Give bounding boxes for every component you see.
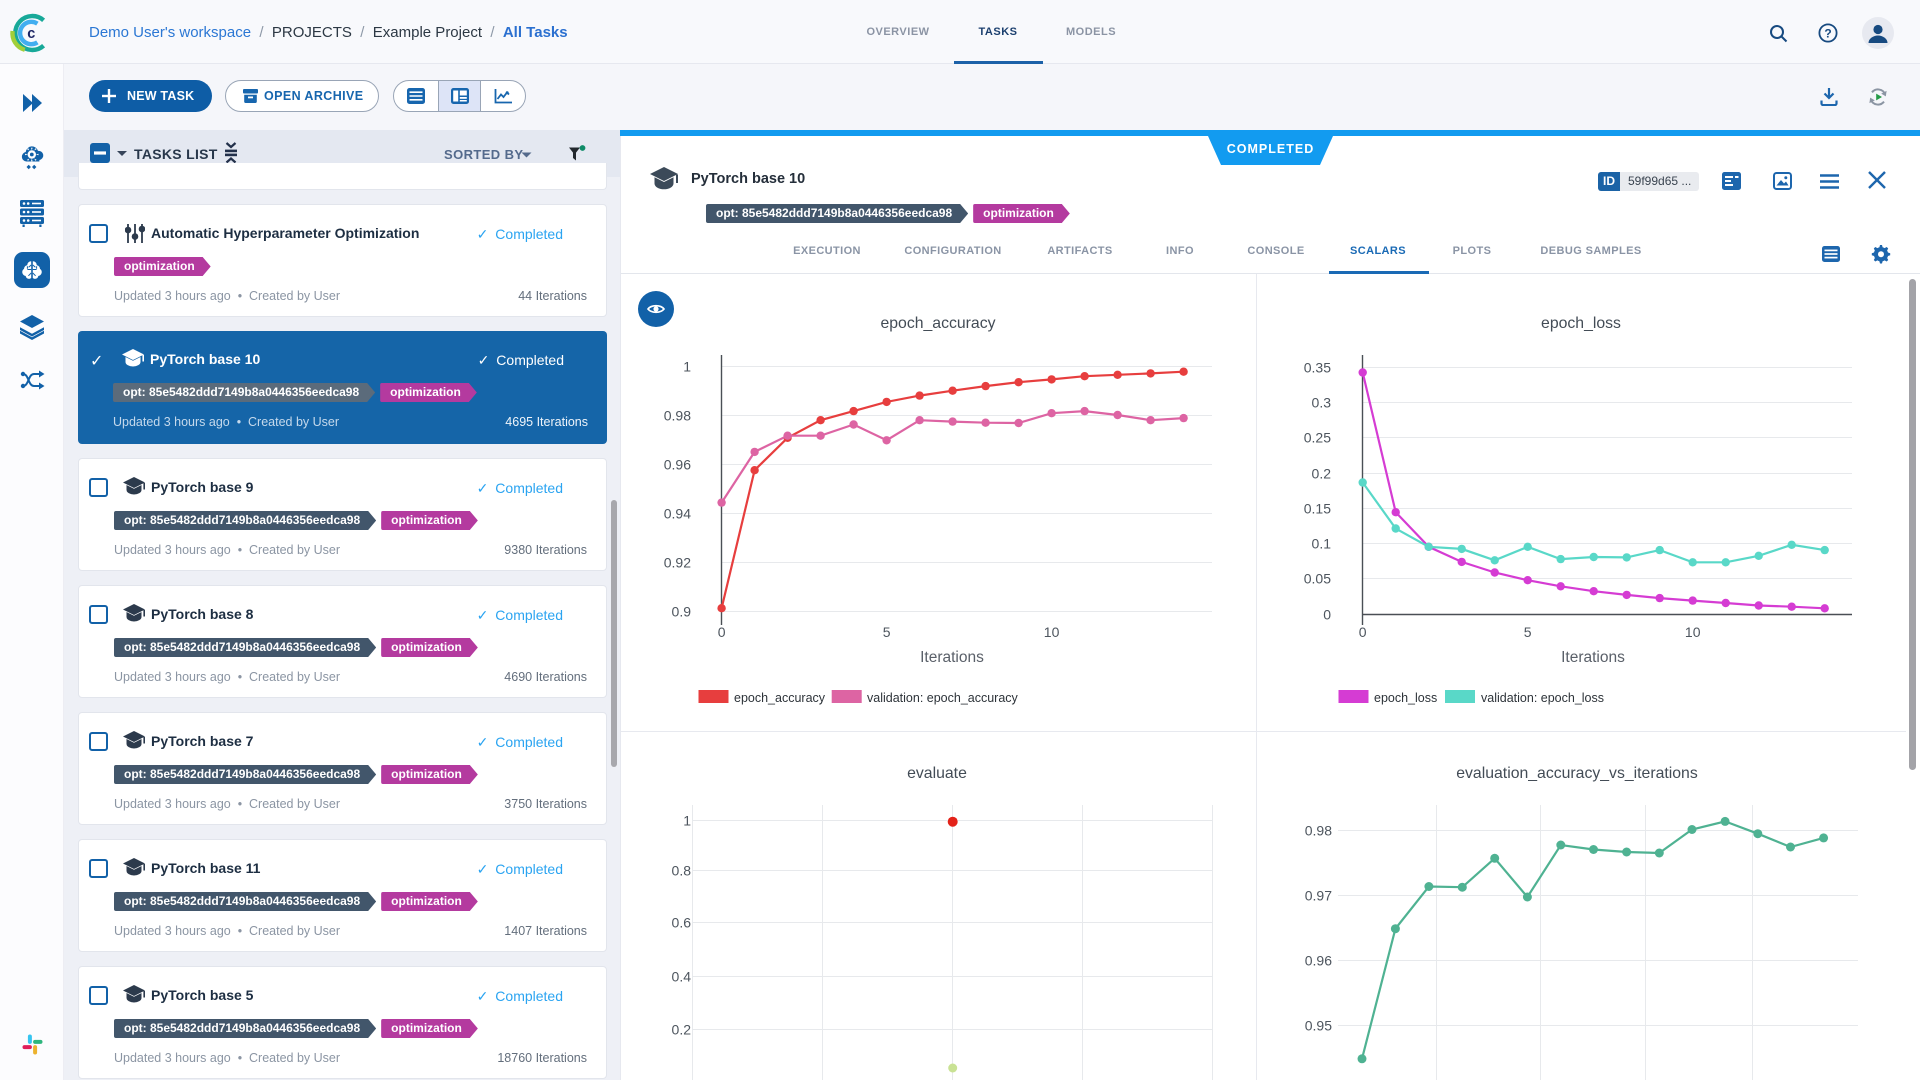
svg-text:5: 5 xyxy=(1524,624,1532,640)
svg-text:0.2: 0.2 xyxy=(672,1022,692,1038)
svg-text:0.05: 0.05 xyxy=(1304,571,1331,587)
svg-text:evaluate: evaluate xyxy=(907,765,967,782)
svg-text:0.95: 0.95 xyxy=(1305,1018,1332,1034)
svg-text:validation: epoch_loss: validation: epoch_loss xyxy=(1481,691,1604,705)
svg-text:0.25: 0.25 xyxy=(1304,430,1331,446)
svg-text:0.97: 0.97 xyxy=(1305,888,1332,904)
svg-text:0.1: 0.1 xyxy=(1312,536,1332,552)
svg-text:Iterations: Iterations xyxy=(1561,649,1625,666)
svg-text:0: 0 xyxy=(718,624,726,640)
svg-text:10: 10 xyxy=(1685,624,1701,640)
svg-text:?: ? xyxy=(1824,26,1831,40)
svg-text:0.9: 0.9 xyxy=(672,604,692,620)
svg-text:1: 1 xyxy=(683,359,691,375)
svg-text:c: c xyxy=(27,26,35,42)
svg-text:0.4: 0.4 xyxy=(672,969,692,985)
svg-text:0.94: 0.94 xyxy=(664,506,691,522)
svg-text:0.15: 0.15 xyxy=(1304,501,1331,517)
svg-text:10: 10 xyxy=(1044,624,1060,640)
svg-text:0.2: 0.2 xyxy=(1312,466,1332,482)
svg-text:0.3: 0.3 xyxy=(1312,395,1332,411)
svg-text:epoch_loss: epoch_loss xyxy=(1541,315,1621,332)
svg-text:0.96: 0.96 xyxy=(664,457,691,473)
svg-text:0: 0 xyxy=(1323,607,1331,623)
svg-text:validation: epoch_accuracy: validation: epoch_accuracy xyxy=(867,691,1019,705)
svg-text:epoch_loss: epoch_loss xyxy=(1374,691,1437,705)
svg-text:0.98: 0.98 xyxy=(1305,823,1332,839)
svg-text:epoch_accuracy: epoch_accuracy xyxy=(734,691,826,705)
svg-text:epoch_accuracy: epoch_accuracy xyxy=(880,315,995,332)
svg-text:0.35: 0.35 xyxy=(1304,360,1331,376)
svg-text:0.98: 0.98 xyxy=(664,408,691,424)
svg-text:evaluation_accuracy_vs_iterati: evaluation_accuracy_vs_iterations xyxy=(1456,765,1698,782)
svg-text:0.92: 0.92 xyxy=(664,555,691,571)
svg-text:0: 0 xyxy=(1359,624,1367,640)
svg-text:0.96: 0.96 xyxy=(1305,953,1332,969)
svg-text:1: 1 xyxy=(683,813,691,829)
svg-text:5: 5 xyxy=(883,624,891,640)
svg-text:0.8: 0.8 xyxy=(672,863,692,879)
svg-text:Iterations: Iterations xyxy=(920,649,984,666)
svg-text:0.6: 0.6 xyxy=(672,915,692,931)
